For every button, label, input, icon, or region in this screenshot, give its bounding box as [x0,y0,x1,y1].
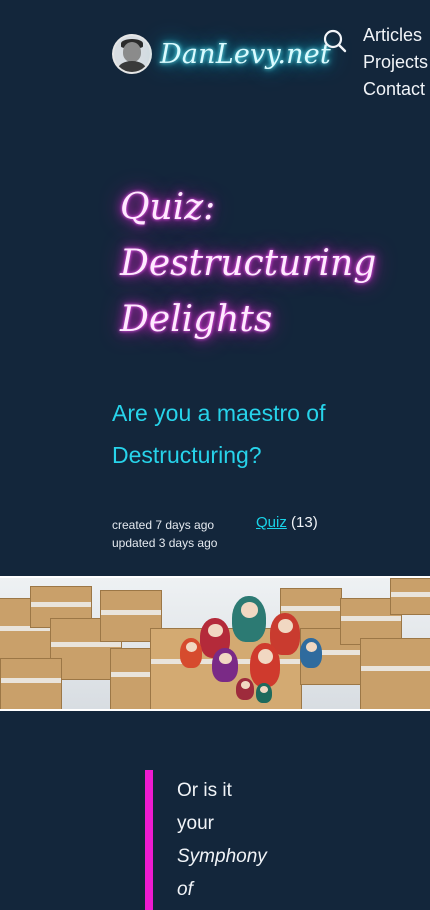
search-button[interactable] [322,28,348,54]
quote-line: your [177,813,214,834]
tag-link-quiz[interactable]: Quiz [256,514,287,531]
tag-count: (13) [291,514,318,531]
quote-line-emphasis: of [177,879,193,900]
hero-image [0,576,430,711]
site-logo[interactable]: DanLevy.net [160,39,331,70]
avatar[interactable] [114,36,150,72]
page-title: Quiz: Destructuring Delights [120,187,377,340]
page-subtitle: Are you a maestro of Destructuring? [112,400,326,468]
nav-articles[interactable]: Articles [363,22,428,49]
post-dates: created 7 days ago updated 3 days ago [112,516,217,552]
blockquote: Or is it your Symphony of [177,774,287,906]
blockquote-bar [145,770,153,910]
nav-contact[interactable]: Contact [363,76,428,103]
quote-line: Or is it [177,780,232,801]
tag: Quiz (13) [256,514,318,531]
main-nav: Articles Projects Contact [363,22,428,103]
search-icon [323,29,347,53]
quote-line-emphasis: Symphony [177,846,267,867]
nav-projects[interactable]: Projects [363,49,428,76]
updated-date: updated 3 days ago [112,536,218,550]
created-date: created 7 days ago [112,518,215,532]
